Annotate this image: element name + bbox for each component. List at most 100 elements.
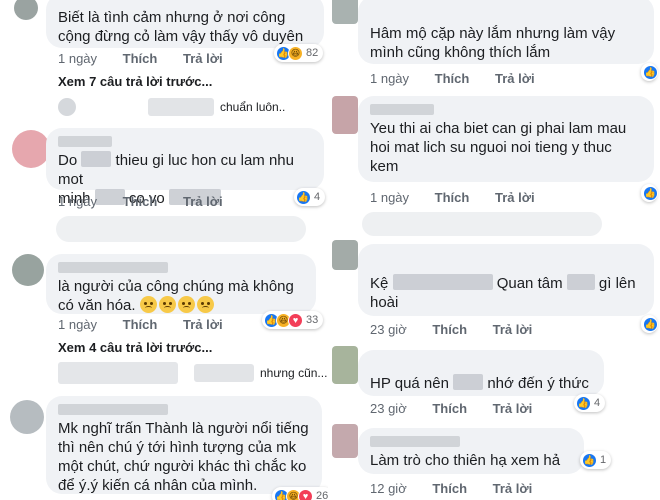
like-reaction-icon: 👍 (643, 316, 658, 332)
comment-actions: 12 giờ Thích Trả lời (370, 480, 554, 498)
comment-actions: 1 ngày Thích Trả lời (370, 70, 557, 88)
comment-bubble: Kệ Quan tâm gì lên hoài (358, 244, 654, 316)
comment-text-part: Do (58, 152, 78, 169)
comment-time[interactable]: 1 ngày (370, 71, 409, 86)
comment-bubble: là người của công chúng mà không có văn … (46, 254, 316, 314)
like-button[interactable]: Thích (123, 317, 158, 332)
haha-reaction-icon: 😆 (288, 45, 303, 61)
reply-button[interactable]: Trả lời (493, 481, 533, 496)
love-reaction-icon: ♥ (298, 488, 313, 500)
reaction-count: 1 (600, 454, 607, 466)
hidden-reply-row (56, 216, 306, 242)
comment-bubble: HP quá nên nhớ đến ý thức (358, 350, 604, 396)
like-button[interactable]: Thích (123, 51, 158, 66)
reply-button[interactable]: Trả lời (183, 317, 223, 332)
blurred-name (58, 362, 178, 384)
blurred-username (58, 136, 112, 147)
reaction-summary[interactable]: 👍 (641, 184, 658, 202)
sad-emoji-icon (196, 296, 214, 313)
reply-button[interactable]: Trả lời (495, 190, 535, 205)
blurred-username (58, 404, 168, 415)
right-comment-panel: Hâm mộ cặp này lắm nhưng làm vậy mình cũ… (332, 0, 660, 500)
like-button[interactable]: Thích (432, 401, 467, 416)
avatar[interactable] (332, 424, 358, 458)
comment-bubble: Biết là tình cảm nhưng ở nơi công cộng đ… (46, 0, 324, 48)
reply-button[interactable]: Trả lời (493, 401, 533, 416)
avatar[interactable] (332, 346, 358, 384)
blurred-username (58, 262, 168, 273)
comment-text: Làm trò cho thiên hạ xem hả (370, 452, 561, 469)
reaction-count: 26 (316, 490, 328, 500)
like-reaction-icon: 👍 (582, 452, 597, 468)
comment-text: là người của công chúng mà không có văn … (58, 278, 294, 314)
like-reaction-icon: 👍 (576, 395, 591, 411)
reply-preview-text: chuẩn luôn.. (220, 100, 286, 114)
reaction-count: 4 (314, 191, 321, 203)
like-reaction-icon: 👍 (643, 64, 658, 80)
blurred-username (370, 436, 460, 447)
reaction-count: 33 (306, 314, 319, 326)
like-button[interactable]: Thích (435, 190, 470, 205)
avatar[interactable] (12, 254, 44, 286)
comment-time[interactable]: 1 ngày (370, 190, 409, 205)
reply-preview-text: nhưng cũn... (260, 366, 328, 380)
comment-text: Mk nghĩ trấn Thành là người nổi tiếng th… (58, 420, 309, 494)
reply-button[interactable]: Trả lời (183, 194, 223, 209)
comment-text-part: Quan tâm (496, 275, 563, 292)
like-button[interactable]: Thích (432, 322, 467, 337)
reaction-summary[interactable]: 👍 (641, 315, 658, 333)
view-previous-replies-link[interactable]: Xem 4 câu trả lời trước... (58, 340, 212, 355)
like-button[interactable]: Thích (123, 194, 158, 209)
comment-time[interactable]: 1 ngày (58, 194, 97, 209)
sad-emoji-icon (177, 296, 195, 313)
avatar[interactable] (332, 0, 358, 24)
reaction-count: 4 (594, 397, 601, 409)
reaction-summary[interactable]: 👍 😆 ♥ 26 (272, 487, 328, 500)
comment-text-part: Kệ (370, 275, 389, 292)
comment-bubble: Làm trò cho thiên hạ xem hả (358, 428, 584, 474)
comment-text: Yeu thi ai cha biet can gi phai lam mau … (370, 120, 627, 175)
comment-actions: 1 ngày Thích Trả lời (58, 193, 245, 211)
avatar[interactable] (12, 130, 50, 168)
avatar[interactable] (14, 0, 38, 20)
avatar[interactable] (10, 400, 44, 434)
reply-button[interactable]: Trả lời (183, 51, 223, 66)
comment-actions: 23 giờ Thích Trả lời (370, 400, 554, 418)
like-button[interactable]: Thích (432, 481, 467, 496)
avatar[interactable] (332, 240, 358, 270)
reaction-summary[interactable]: 👍 1 (580, 451, 612, 469)
reply-button[interactable]: Trả lời (495, 71, 535, 86)
comment-time[interactable]: 23 giờ (370, 322, 407, 337)
comment-time[interactable]: 1 ngày (58, 51, 97, 66)
reaction-summary[interactable]: 👍 😆 82 (274, 44, 324, 62)
view-previous-replies-link[interactable]: Xem 7 câu trả lời trước... (58, 74, 212, 89)
comment-time[interactable]: 12 giờ (370, 481, 407, 496)
like-button[interactable]: Thích (435, 71, 470, 86)
comment-actions: 1 ngày Thích Trả lời (58, 316, 245, 334)
love-reaction-icon: ♥ (288, 312, 303, 328)
reply-preview[interactable]: chuẩn luôn.. (58, 98, 285, 116)
reply-button[interactable]: Trả lời (493, 322, 533, 337)
hidden-reply-row (362, 212, 602, 236)
reaction-count: 82 (306, 47, 319, 59)
censored-text (453, 374, 484, 390)
like-reaction-icon: 👍 (296, 189, 311, 205)
comment-bubble: Mk nghĩ trấn Thành là người nổi tiếng th… (46, 396, 322, 494)
reaction-summary[interactable]: 👍 😆 ♥ 33 (262, 311, 324, 329)
avatar[interactable] (332, 96, 358, 134)
censored-text (566, 274, 595, 290)
comment-text-part: HP quá nên (370, 375, 449, 392)
comment-time[interactable]: 23 giờ (370, 401, 407, 416)
reaction-summary[interactable]: 👍 4 (574, 394, 606, 412)
reply-preview[interactable]: nhưng cũn... (58, 362, 327, 384)
reaction-summary[interactable]: 👍 4 (294, 188, 326, 206)
reaction-summary[interactable]: 👍 (641, 63, 658, 81)
like-reaction-icon: 👍 (643, 185, 658, 201)
sad-emoji-icon (139, 296, 157, 313)
censored-text (81, 151, 112, 167)
comment-text: Biết là tình cảm nhưng ở nơi công cộng đ… (58, 9, 304, 45)
comment-time[interactable]: 1 ngày (58, 317, 97, 332)
comment-actions: 1 ngày Thích Trả lời (58, 50, 245, 68)
comment-actions: 1 ngày Thích Trả lời (370, 189, 557, 207)
comment-text: Hâm mộ cặp này lắm nhưng làm vậy mình cũ… (370, 25, 616, 61)
